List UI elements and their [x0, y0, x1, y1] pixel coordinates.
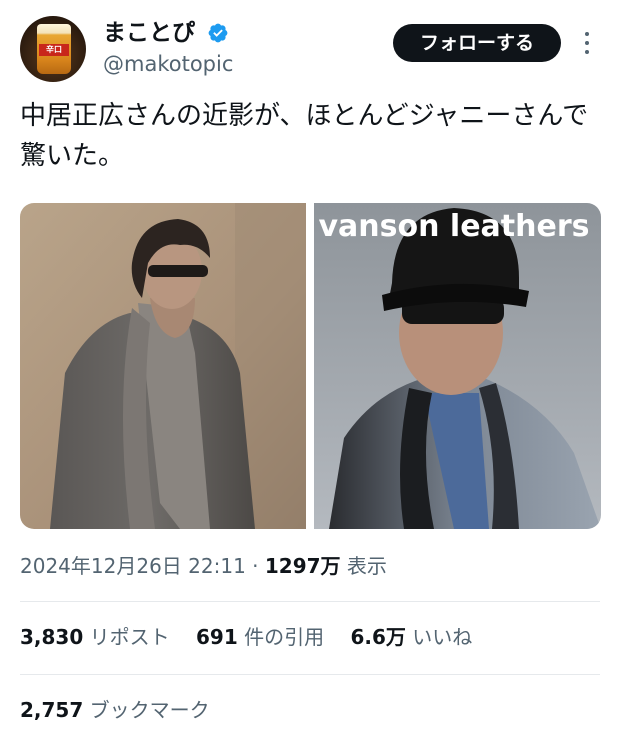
more-options-icon[interactable] [580, 30, 594, 56]
view-label: 表示 [346, 554, 387, 578]
bookmark-label: ブックマーク [89, 698, 210, 722]
repost-count: 3,830 [20, 625, 84, 649]
like-stat[interactable]: 6.6万 いいね [350, 622, 472, 652]
like-count: 6.6万 [350, 625, 406, 649]
quote-stat[interactable]: 691 件の引用 [196, 622, 324, 652]
meta-separator: · [252, 554, 259, 578]
bookmark-count: 2,757 [20, 698, 84, 722]
verified-badge-icon [208, 23, 228, 43]
divider [20, 674, 600, 675]
avatar[interactable]: 辛口 [20, 16, 86, 82]
tweet-text: 中居正広さんの近影が、ほとんどジャニーさんで驚いた。 [20, 101, 589, 171]
photo-right[interactable]: vanson leathers [314, 203, 601, 529]
tweet-date[interactable]: 2024年12月26日 22:11 [20, 554, 246, 578]
user-handle[interactable]: @makotopic [103, 50, 233, 78]
engagement-stats: 3,830 リポスト 691 件の引用 6.6万 いいね [20, 622, 492, 652]
like-label: いいね [412, 625, 473, 649]
repost-stat[interactable]: 3,830 リポスト [20, 622, 170, 652]
quote-count: 691 [195, 625, 238, 649]
follow-button[interactable]: フォローする [393, 24, 561, 62]
repost-label: リポスト [89, 625, 170, 649]
quote-label: 件の引用 [244, 625, 325, 649]
avatar-label: 辛口 [39, 44, 69, 56]
display-name[interactable]: まことぴ [103, 18, 195, 48]
photo-left[interactable] [20, 203, 306, 529]
divider [20, 601, 600, 602]
media-grid[interactable]: vanson leathers [20, 203, 601, 529]
cap-logo-text: vanson leathers [319, 209, 590, 244]
view-count: 1297万 [264, 554, 341, 578]
bookmark-stat[interactable]: 2,757 ブックマーク [20, 695, 210, 725]
tweet-meta: 2024年12月26日 22:11 · 1297万 表示 [20, 551, 387, 581]
tweet-card: 辛口 まことぴ @makotopic フォローする 中居正広さんの近影が、ほとん… [0, 0, 620, 738]
